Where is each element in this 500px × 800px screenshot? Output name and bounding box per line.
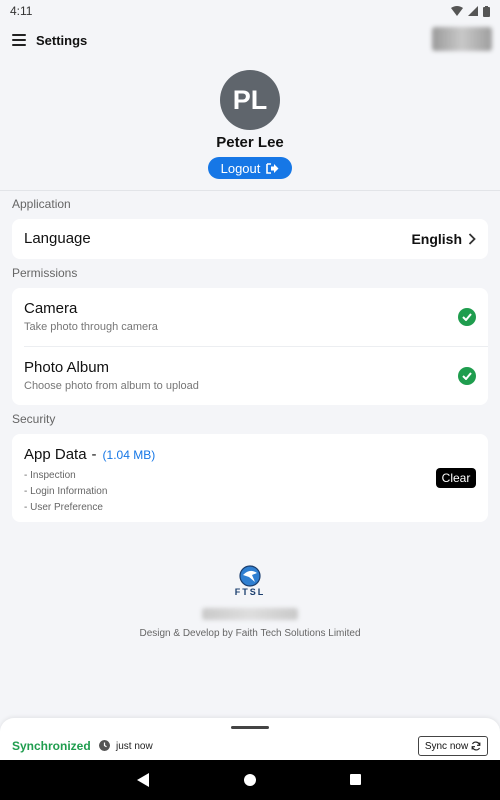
sync-time: just now <box>116 741 153 752</box>
credit-text: Design & Develop by Faith Tech Solutions… <box>139 628 361 639</box>
logout-icon <box>266 162 279 174</box>
language-value: English <box>411 231 462 247</box>
signal-icon <box>468 6 478 16</box>
section-header-application: Application <box>12 197 71 211</box>
battery-icon <box>483 5 490 17</box>
sync-now-button[interactable]: Sync now <box>418 736 488 756</box>
permission-row-photo-album[interactable]: Photo Album Choose photo from album to u… <box>12 359 488 395</box>
app-data-item: - Inspection <box>24 470 76 481</box>
language-card: Language English <box>12 219 488 259</box>
logout-button[interactable]: Logout <box>208 157 292 179</box>
app-data-separator: - <box>91 446 97 463</box>
sync-bar: Synchronized just now Sync now <box>0 718 500 760</box>
wifi-icon <box>451 6 463 16</box>
app-data-size: (1.04 MB) <box>102 448 156 462</box>
logout-label: Logout <box>220 160 261 176</box>
recent-apps-icon[interactable] <box>350 774 361 785</box>
check-circle-icon <box>458 367 476 385</box>
security-card: App Data - (1.04 MB) - Inspection - Logi… <box>12 434 488 522</box>
clear-button[interactable]: Clear <box>436 468 476 488</box>
photo-album-subtitle: Choose photo from album to upload <box>24 380 199 392</box>
camera-title: Camera <box>24 300 78 317</box>
app-data-item: - Login Information <box>24 486 108 497</box>
navigation-bar <box>0 760 500 800</box>
section-header-security: Security <box>12 412 56 426</box>
status-icons <box>451 5 490 17</box>
home-icon[interactable] <box>244 774 256 786</box>
permission-row-camera[interactable]: Camera Take photo through camera <box>12 300 488 336</box>
redacted-chip <box>432 27 492 51</box>
avatar: PL <box>220 70 280 130</box>
logo-mark-icon <box>239 565 261 587</box>
page-title: Settings <box>36 32 88 48</box>
app-bar: Settings <box>0 24 500 56</box>
sync-now-label: Sync now <box>424 740 469 752</box>
row-divider <box>24 346 488 347</box>
section-header-permissions: Permissions <box>12 266 78 280</box>
check-circle-icon <box>458 308 476 326</box>
sync-icon <box>471 741 481 751</box>
user-name: Peter Lee <box>216 134 284 151</box>
photo-album-title: Photo Album <box>24 359 110 376</box>
sync-status: Synchronized <box>12 739 91 753</box>
camera-subtitle: Take photo through camera <box>24 321 158 333</box>
back-icon[interactable] <box>137 773 150 787</box>
chevron-right-icon <box>468 233 476 245</box>
permissions-card: Camera Take photo through camera Photo A… <box>12 288 488 405</box>
app-data-row: App Data - (1.04 MB) - Inspection - Logi… <box>12 446 488 514</box>
language-row[interactable]: Language English <box>12 230 488 250</box>
company-logo: FTSL <box>230 565 270 601</box>
app-data-item: - User Preference <box>24 502 103 513</box>
language-label: Language <box>24 230 91 247</box>
divider <box>0 190 500 191</box>
status-time: 4:11 <box>10 4 33 18</box>
status-bar: 4:11 <box>0 0 500 22</box>
app-data-title: App Data <box>24 446 87 463</box>
drag-handle[interactable] <box>231 726 269 729</box>
logo-text: FTSL <box>234 587 266 597</box>
menu-icon[interactable] <box>12 34 26 46</box>
redacted-version <box>202 608 298 620</box>
clock-icon <box>99 740 110 751</box>
